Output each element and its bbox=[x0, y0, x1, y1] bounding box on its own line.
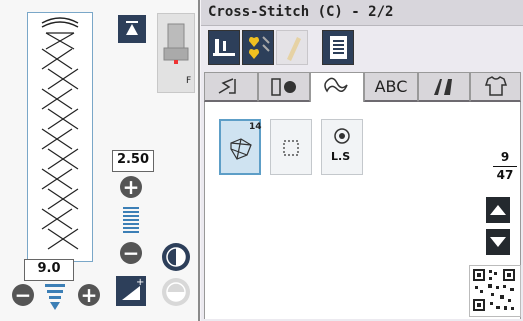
page-title: Cross-Stitch (C) - 2/2 bbox=[208, 4, 394, 20]
mirror-vertical-button[interactable] bbox=[162, 278, 190, 306]
sewing-mode-button[interactable] bbox=[208, 30, 240, 65]
foot-label: F bbox=[186, 76, 192, 86]
svg-text:+: + bbox=[136, 277, 144, 288]
stitch-width-value: 2.50 bbox=[112, 150, 154, 172]
tension-icon: + bbox=[122, 277, 144, 300]
length-plus-button[interactable]: + bbox=[78, 284, 100, 306]
tab-abc[interactable]: ABC bbox=[364, 72, 418, 102]
stitch-preview bbox=[27, 12, 93, 262]
locking-stitch-icon bbox=[334, 128, 350, 144]
utility-stitch-icon bbox=[218, 78, 236, 94]
stitch-number: 14 bbox=[249, 122, 262, 132]
tab-utility[interactable] bbox=[204, 72, 258, 102]
width-minus-button[interactable]: − bbox=[120, 242, 142, 264]
tab-buttonhole[interactable] bbox=[258, 72, 310, 102]
memory-file-icon bbox=[330, 36, 347, 59]
mirror-vertical-icon bbox=[166, 282, 186, 302]
presser-foot-icon bbox=[163, 23, 189, 64]
edit-mode-button[interactable] bbox=[276, 30, 308, 65]
presser-foot-indicator: F bbox=[157, 13, 195, 93]
stitch-item-cross-stitch[interactable]: 14 bbox=[219, 119, 262, 175]
needle-up-button[interactable] bbox=[118, 15, 146, 43]
qr-code[interactable] bbox=[469, 265, 521, 317]
stitch-length-value: 9.0 bbox=[24, 259, 74, 281]
hearts-combination-icon bbox=[249, 36, 270, 59]
length-indicator-icon bbox=[43, 282, 67, 312]
arrow-down-icon bbox=[490, 237, 506, 247]
width-plus-button[interactable]: + bbox=[120, 176, 142, 198]
buttonhole-icon bbox=[271, 78, 296, 96]
stitch-category-tabs: ABC bbox=[204, 72, 521, 102]
combination-mode-button[interactable] bbox=[242, 30, 274, 65]
mirror-icon bbox=[166, 247, 186, 267]
quilt-icon bbox=[434, 79, 452, 95]
width-bars-icon bbox=[121, 207, 141, 237]
length-minus-button[interactable]: − bbox=[12, 284, 34, 306]
page-down-button[interactable] bbox=[486, 229, 510, 255]
memory-button[interactable] bbox=[322, 30, 354, 65]
tab-decorative[interactable] bbox=[310, 72, 364, 102]
page-current: 9 bbox=[500, 150, 510, 164]
tab-quilt[interactable] bbox=[418, 72, 470, 102]
arrow-up-icon bbox=[490, 205, 506, 215]
stitch-item-square[interactable] bbox=[270, 119, 312, 175]
needle-stop-up-icon bbox=[126, 21, 138, 35]
page-total: 47 bbox=[496, 168, 514, 182]
page-divider bbox=[493, 166, 517, 167]
pencil-icon bbox=[287, 37, 301, 61]
cross-stitch-preview-icon bbox=[41, 17, 79, 250]
stitch-item-locking[interactable]: L.S bbox=[321, 119, 363, 175]
shirt-icon bbox=[484, 76, 507, 96]
tension-button[interactable]: + bbox=[116, 276, 146, 306]
sewing-machine-icon bbox=[213, 39, 235, 56]
tab-shirt[interactable] bbox=[470, 72, 521, 102]
cross-stitch-icon bbox=[230, 138, 252, 160]
mirror-button[interactable] bbox=[162, 243, 190, 271]
decorative-stitch-icon bbox=[324, 77, 348, 93]
page-up-button[interactable] bbox=[486, 197, 510, 223]
dotted-square-icon bbox=[283, 140, 299, 156]
qr-code-icon bbox=[473, 269, 515, 311]
stitch-label: L.S bbox=[331, 150, 351, 163]
